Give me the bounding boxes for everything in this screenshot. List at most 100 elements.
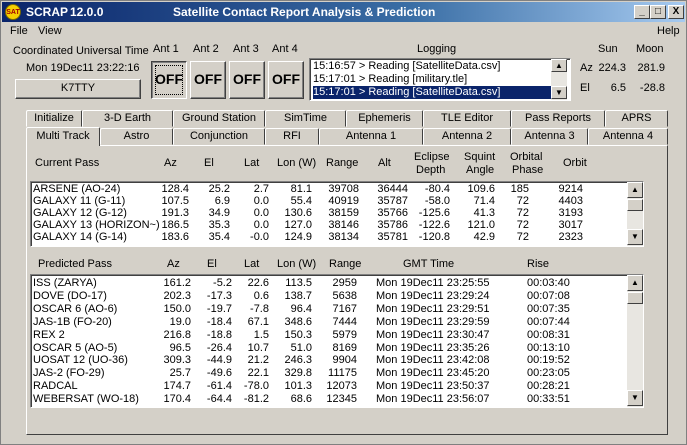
scroll-down-icon[interactable]: ▼ — [627, 390, 643, 406]
menu-bar: File View Help — [2, 23, 685, 41]
predicted-el-header: El — [207, 258, 217, 270]
predicted-pass-row[interactable]: JAS-2 (FO-29) 25.7 -49.6 22.1 329.8 11175 Mon … — [31, 367, 631, 379]
ant2-toggle-button[interactable]: OFF — [190, 61, 226, 99]
predicted-rise-cell: 00:19:52 — [527, 354, 570, 367]
predicted-lon-cell: 246.3 — [284, 354, 312, 367]
current-phase-cell: 185 — [510, 183, 529, 195]
predicted-pass-row[interactable]: DOVE (DO-17) 202.3 -17.3 0.6 138.7 5638 Mon 19… — [31, 290, 631, 302]
maximize-button[interactable]: □ — [650, 5, 666, 19]
predicted-pass-row[interactable]: JAS-1B (FO-20) 19.0 -18.4 67.1 348.6 7444 Mon … — [31, 316, 631, 328]
menu-view[interactable]: View — [38, 25, 62, 37]
predicted-lat-cell: 0.6 — [253, 289, 269, 302]
predicted-el-cell: -5.2 — [213, 277, 232, 289]
menu-help[interactable]: Help — [657, 25, 680, 37]
tab-multi-track[interactable]: Multi Track — [26, 127, 100, 146]
log-line[interactable]: 15:17:01 > Reading [military.tle] — [313, 73, 467, 86]
current-orbit-cell: 4403 — [558, 195, 583, 207]
tab-rfi[interactable]: RFI — [265, 128, 319, 145]
tab-antenna-4[interactable]: Antenna 4 — [588, 128, 668, 145]
ant1-toggle-button[interactable]: OFF — [151, 61, 187, 99]
app-window: SAT SCRAP 12.0.0 Satellite Contact Repor… — [0, 0, 687, 445]
predicted-lat-cell: -81.2 — [243, 393, 269, 406]
current-pass-row[interactable]: ARSENE (AO-24) 128.4 25.2 2.7 81.1 39708 36444… — [31, 183, 631, 195]
log-line[interactable]: 15:16:57 > Reading [SatelliteData.csv] — [313, 60, 500, 73]
predicted-name-cell: UOSAT 12 (UO-36) — [33, 354, 128, 367]
current-name-cell: GALAXY 12 (G-12) — [33, 207, 127, 219]
predicted-pass-row[interactable]: OSCAR 5 (AO-5) 96.5 -26.4 10.7 51.0 8169 Mon 1… — [31, 342, 631, 354]
minimize-button[interactable]: _ — [634, 5, 650, 19]
current-alt-cell: 35781 — [377, 231, 408, 243]
tab-aprs[interactable]: APRS — [605, 110, 668, 127]
scroll-down-icon[interactable]: ▼ — [551, 86, 567, 99]
predicted-pass-row[interactable]: ISS (ZARYA) 161.2 -5.2 22.6 113.5 2959 Mon 19D… — [31, 277, 631, 289]
predicted-range-cell: 2959 — [332, 277, 357, 289]
predicted-lon-cell: 348.6 — [284, 315, 312, 328]
tab-antenna-2[interactable]: Antenna 2 — [423, 128, 511, 145]
predicted-pass-row[interactable]: REX 2 216.8 -18.8 1.5 150.3 5979 Mon 19Dec11 2… — [31, 329, 631, 341]
predicted-pass-row[interactable]: WEBERSAT (WO-18) 170.4 -64.4 -81.2 68.6 12345… — [31, 393, 631, 405]
predicted-name-cell: ISS (ZARYA) — [33, 277, 97, 289]
log-line-selected[interactable]: 15:17:01 > Reading [SatelliteData.csv] — [313, 86, 555, 99]
scroll-down-icon[interactable]: ▼ — [627, 229, 643, 245]
current-pass-row[interactable]: GALAXY 13 (HORIZON~) 186.5 35.3 0.0 127.0 381… — [31, 219, 631, 231]
logging-scrollbar[interactable]: ▲ ▼ — [551, 59, 567, 100]
tab-simtime[interactable]: SimTime — [265, 110, 346, 127]
predicted-name-cell: OSCAR 6 (AO-6) — [33, 302, 118, 315]
scroll-up-icon[interactable]: ▲ — [627, 275, 643, 291]
predicted-range-cell: 8169 — [332, 341, 357, 354]
ant3-toggle-button[interactable]: OFF — [229, 61, 265, 99]
menu-file[interactable]: File — [10, 25, 28, 37]
sun-label: Sun — [598, 43, 618, 55]
tab-astro[interactable]: Astro — [100, 128, 173, 145]
scroll-thumb[interactable] — [627, 199, 643, 211]
current-pass-row[interactable]: GALAXY 12 (G-12) 191.3 34.9 0.0 130.6 38159 35… — [31, 207, 631, 219]
current-pass-row[interactable]: GALAXY 14 (G-14) 183.6 35.4 -0.0 124.9 38134 3… — [31, 231, 631, 243]
current-scrollbar[interactable]: ▲ ▼ — [627, 182, 643, 246]
tab-tle-editor[interactable]: TLE Editor — [423, 110, 511, 127]
predicted-lon-cell: 150.3 — [284, 328, 312, 341]
close-button[interactable]: X — [668, 5, 684, 19]
predicted-gmt-cell: Mon 19Dec11 23:30:47 — [376, 328, 490, 341]
tab-antenna-3[interactable]: Antenna 3 — [511, 128, 588, 145]
logging-list[interactable]: 15:16:57 > Reading [SatelliteData.csv] 1… — [309, 58, 571, 101]
predicted-gmt-cell: Mon 19Dec11 23:45:20 — [376, 367, 490, 380]
current-squint-header: Squint — [464, 151, 496, 163]
tab-pass-reports[interactable]: Pass Reports — [511, 110, 605, 127]
current-squint-cell: 109.6 — [467, 183, 495, 195]
predicted-gmt-cell: Mon 19Dec11 23:56:07 — [376, 393, 490, 406]
predicted-rise-cell: 00:08:31 — [527, 328, 570, 341]
current-lon-cell: 81.1 — [290, 183, 312, 195]
callsign-button[interactable]: K7TTY — [15, 79, 141, 99]
predicted-name-cell: DOVE (DO-17) — [33, 289, 107, 302]
predicted-range-cell: 7167 — [332, 302, 357, 315]
current-name-cell: ARSENE (AO-24) — [33, 183, 121, 195]
current-range-cell: 39708 — [328, 183, 359, 195]
predicted-scrollbar[interactable]: ▲ ▼ — [627, 275, 643, 407]
scroll-up-icon[interactable]: ▲ — [627, 182, 643, 198]
scroll-thumb[interactable] — [627, 292, 643, 304]
moon-label: Moon — [636, 43, 664, 55]
ant4-label: Ant 4 — [272, 43, 298, 55]
tab-3d-earth[interactable]: 3-D Earth — [82, 110, 173, 127]
current-pass-row[interactable]: GALAXY 11 (G-11) 107.5 6.9 0.0 55.4 40919 3578… — [31, 195, 631, 207]
satellite-app-icon[interactable]: SAT — [5, 4, 21, 20]
current-el-cell: 35.3 — [208, 219, 230, 231]
ant2-label: Ant 2 — [193, 43, 219, 55]
predicted-pass-row[interactable]: OSCAR 6 (AO-6) 150.0 -19.7 -7.8 96.4 7167 Mon … — [31, 303, 631, 315]
current-pass-list[interactable]: ARSENE (AO-24) 128.4 25.2 2.7 81.1 39708 36444… — [30, 181, 644, 247]
current-az-header: Az — [164, 157, 177, 169]
title-bar[interactable]: SAT SCRAP 12.0.0 Satellite Contact Repor… — [2, 2, 685, 22]
scroll-up-icon[interactable]: ▲ — [551, 59, 567, 72]
tab-ephemeris[interactable]: Ephemeris — [346, 110, 423, 127]
current-lon-cell: 55.4 — [290, 195, 312, 207]
ant4-toggle-button[interactable]: OFF — [268, 61, 304, 99]
predicted-pass-list[interactable]: ISS (ZARYA) 161.2 -5.2 22.6 113.5 2959 Mon 19D… — [30, 274, 644, 408]
predicted-lat-cell: 22.1 — [247, 367, 269, 380]
tab-initialize[interactable]: Initialize — [26, 110, 82, 127]
tab-antenna-1[interactable]: Antenna 1 — [319, 128, 423, 145]
predicted-pass-row[interactable]: UOSAT 12 (UO-36) 309.3 -44.9 21.2 246.3 9904 M… — [31, 354, 631, 366]
tab-conjunction[interactable]: Conjunction — [173, 128, 265, 145]
predicted-lat-cell: -78.0 — [243, 380, 269, 393]
predicted-pass-row[interactable]: RADCAL 174.7 -61.4 -78.0 101.3 12073 Mon 19Dec… — [31, 380, 631, 392]
tab-ground-station[interactable]: Ground Station — [173, 110, 265, 127]
